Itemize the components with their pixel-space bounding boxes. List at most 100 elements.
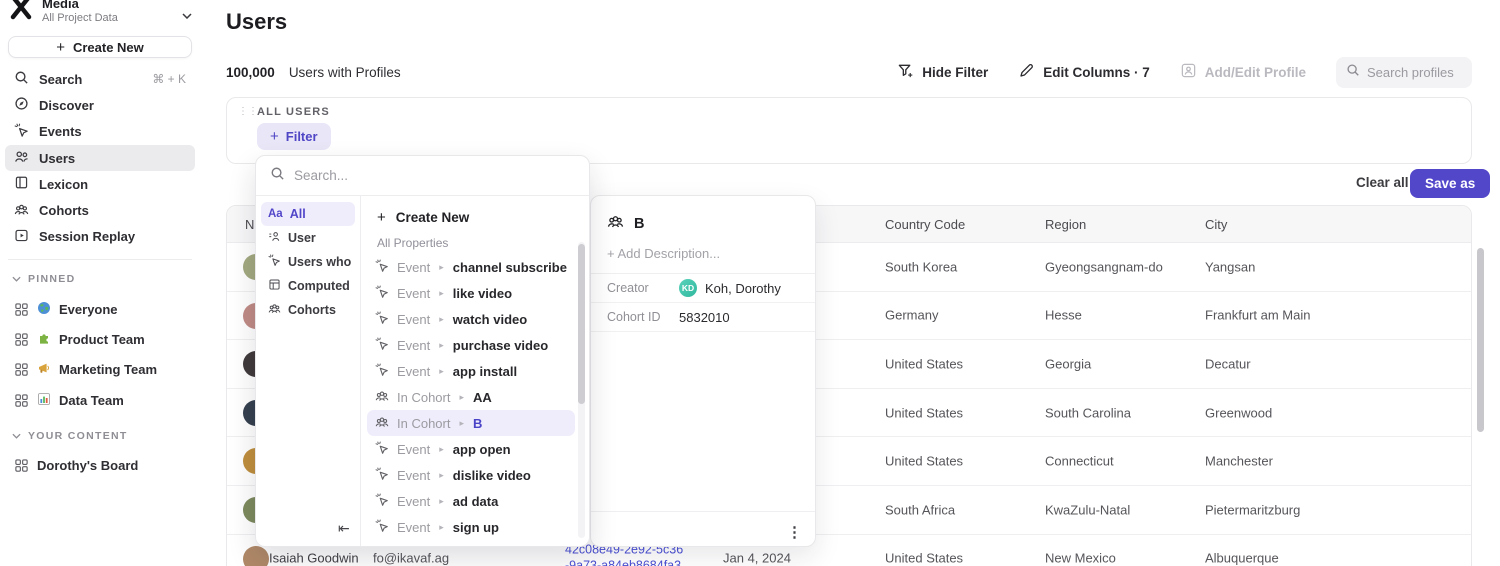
user-properties-icon <box>268 230 281 246</box>
app-root: Media All Project Data + Create New Sear… <box>0 0 1500 566</box>
filter-group-label: ALL USERS <box>257 106 330 118</box>
your-content-section-header[interactable]: YOUR CONTENT <box>12 430 128 442</box>
collapse-panel-icon[interactable]: ⇤ <box>338 520 350 537</box>
dropdown-category-tabs: Aa All User Users who di... Computed <box>256 196 360 546</box>
profile-card-icon <box>1180 62 1197 82</box>
dropdown-item-event-app-open[interactable]: Event▸app open <box>367 436 575 462</box>
sidebar-divider <box>8 259 192 260</box>
dropdown-item-event-purchase-video[interactable]: Event▸purchase video <box>367 332 575 358</box>
chevron-down-icon <box>182 6 192 24</box>
sidebar-item-discover[interactable]: Discover <box>5 92 195 118</box>
event-cursor-icon <box>375 285 389 302</box>
sidebar-item-search[interactable]: Search ⌘ + K <box>5 66 195 92</box>
project-switcher[interactable]: Media All Project Data <box>8 0 192 25</box>
board-item-product-team[interactable]: Product Team <box>5 324 195 354</box>
add-edit-profile-button[interactable]: Add/Edit Profile <box>1180 62 1306 82</box>
search-profiles-input[interactable] <box>1367 65 1462 80</box>
sidebar-item-session-replay[interactable]: Session Replay <box>5 224 195 250</box>
board-item-marketing-team[interactable]: Marketing Team <box>5 355 195 385</box>
add-filter-button[interactable]: + Filter <box>257 123 331 150</box>
cell-country: United States <box>885 454 963 469</box>
stats-toolbar-row: 100,000 Users with Profiles Hide Filter … <box>226 56 1472 88</box>
tab-all[interactable]: Aa All <box>261 202 355 226</box>
dropdown-scrollbar-thumb[interactable] <box>578 244 585 404</box>
chevron-down-icon <box>12 276 21 282</box>
cohort-title: B <box>634 216 644 232</box>
sidebar: Media All Project Data + Create New Sear… <box>0 0 200 566</box>
filter-property-dropdown: Aa All User Users who di... Computed <box>255 155 590 547</box>
tab-cohorts[interactable]: Cohorts <box>261 298 355 322</box>
board-item-data-team[interactable]: Data Team <box>5 385 195 415</box>
dropdown-item-in-cohort-b[interactable]: In Cohort▸B <box>367 410 575 436</box>
media-logo-icon <box>8 0 34 25</box>
dropdown-item-event-channel-subscribe[interactable]: Event▸channel subscribe <box>367 254 575 280</box>
sidebar-item-users[interactable]: Users <box>5 145 195 171</box>
users-icon <box>14 149 29 167</box>
tab-users-who-did[interactable]: Users who di... <box>261 250 355 274</box>
board-grid-icon <box>14 458 29 473</box>
event-cursor-icon <box>375 259 389 276</box>
cell-region: Connecticut <box>1045 454 1114 469</box>
puzzle-icon <box>37 331 51 348</box>
sidebar-nav: Search ⌘ + K Discover Events Users Lexic… <box>5 66 195 250</box>
caret-right-icon: ▸ <box>459 392 464 403</box>
dropdown-create-new[interactable]: + Create New <box>361 202 591 232</box>
funnel-icon <box>897 62 914 82</box>
creator-row: Creator KD Koh, Dorothy <box>591 274 815 303</box>
pinned-list: Everyone Product Team Marketing Team Dat… <box>5 294 195 416</box>
dropdown-item-in-cohort-aa[interactable]: In Cohort▸AA <box>367 384 575 410</box>
book-icon <box>14 175 29 193</box>
avatar <box>243 546 269 566</box>
dropdown-search[interactable] <box>256 156 589 196</box>
dropdown-item-event-app-install[interactable]: Event▸app install <box>367 358 575 384</box>
clear-all-button[interactable]: Clear all <box>1356 175 1409 190</box>
column-header-city[interactable]: City <box>1205 206 1227 243</box>
board-grid-icon <box>14 302 29 317</box>
text-icon: Aa <box>268 208 283 220</box>
vertical-scrollbar[interactable] <box>1477 248 1484 432</box>
tab-user[interactable]: User <box>261 226 355 250</box>
search-profiles-box[interactable] <box>1336 57 1472 88</box>
cell-country: United States <box>885 405 963 420</box>
caret-right-icon: ▸ <box>459 418 464 429</box>
sidebar-item-events[interactable]: Events <box>5 119 195 145</box>
column-header-region[interactable]: Region <box>1045 206 1086 243</box>
cell-region: South Carolina <box>1045 405 1131 420</box>
event-cursor-icon <box>375 363 389 380</box>
cell-country: South Korea <box>885 259 957 274</box>
chevron-down-icon <box>12 433 21 439</box>
board-item-everyone[interactable]: Everyone <box>5 294 195 324</box>
search-icon <box>1346 63 1360 82</box>
dropdown-item-event-like-video[interactable]: Event▸like video <box>367 280 575 306</box>
cohort-id-label: Cohort ID <box>607 310 679 324</box>
drag-handle-icon[interactable]: ⋮⋮ <box>238 107 258 117</box>
sidebar-item-cohorts[interactable]: Cohorts <box>5 197 195 223</box>
tab-computed[interactable]: Computed <box>261 274 355 298</box>
caret-right-icon: ▸ <box>439 470 444 481</box>
save-as-button[interactable]: Save as <box>1410 169 1490 198</box>
more-options-icon[interactable]: ⋮ <box>787 523 802 541</box>
popover-divider <box>591 511 815 512</box>
create-new-button[interactable]: + Create New <box>8 36 192 58</box>
your-content-list: Dorothy's Board <box>5 450 195 480</box>
cell-region: Gyeongsangnam-do <box>1045 259 1163 274</box>
dropdown-item-event-sign-up[interactable]: Event▸sign up <box>367 514 575 540</box>
cell-region: Georgia <box>1045 356 1091 371</box>
cell-region: KwaZulu-Natal <box>1045 502 1130 517</box>
dropdown-item-event-dislike-video[interactable]: Event▸dislike video <box>367 462 575 488</box>
session-replay-icon <box>14 228 29 246</box>
dropdown-search-input[interactable] <box>294 168 575 183</box>
creator-avatar: KD <box>679 279 697 297</box>
cell-updated-date: Jan 4, 2024 <box>723 551 791 566</box>
add-description-button[interactable]: + Add Description... <box>591 244 815 274</box>
edit-columns-button[interactable]: Edit Columns · 7 <box>1018 62 1150 82</box>
cell-city: Manchester <box>1205 454 1273 469</box>
column-header-country-code[interactable]: Country Code <box>885 206 965 243</box>
pinned-section-header[interactable]: PINNED <box>12 273 75 285</box>
dropdown-item-event-watch-video[interactable]: Event▸watch video <box>367 306 575 332</box>
filter-panel: ⋮⋮ ALL USERS + Filter <box>226 97 1472 164</box>
board-item-dorothys-board[interactable]: Dorothy's Board <box>5 450 195 480</box>
dropdown-item-event-ad-data[interactable]: Event▸ad data <box>367 488 575 514</box>
hide-filter-button[interactable]: Hide Filter <box>897 62 988 82</box>
sidebar-item-lexicon[interactable]: Lexicon <box>5 171 195 197</box>
